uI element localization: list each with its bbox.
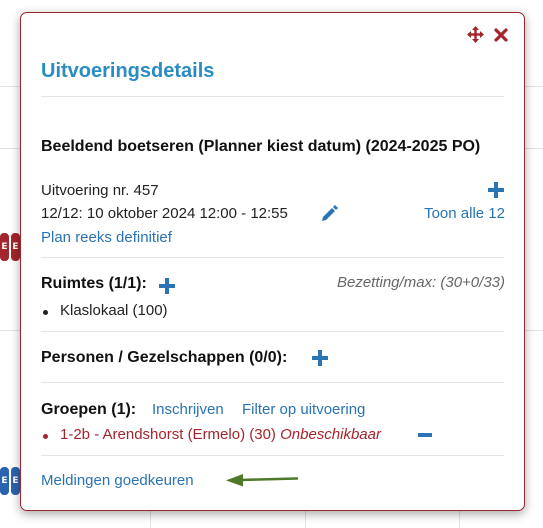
approve-notifications-link[interactable]: Meldingen goedkeuren xyxy=(41,472,194,489)
execution-details-popup: Uitvoeringsdetails Beeldend boetseren (P… xyxy=(20,12,525,511)
close-icon[interactable] xyxy=(494,27,508,42)
pencil-icon[interactable] xyxy=(320,204,338,227)
bg-gridline xyxy=(0,330,20,331)
bullet-icon xyxy=(43,434,48,439)
section-divider xyxy=(41,382,504,383)
bg-event-badge[interactable]: E xyxy=(11,467,20,495)
popup-toolbar xyxy=(467,26,508,43)
move-icon[interactable] xyxy=(467,26,484,43)
enroll-link[interactable]: Inschrijven xyxy=(152,401,224,418)
bg-gridline xyxy=(525,86,543,87)
section-divider xyxy=(41,331,504,332)
course-title: Beeldend boetseren (Planner kiest datum)… xyxy=(41,138,481,155)
minus-icon[interactable] xyxy=(418,433,432,437)
bg-gridline xyxy=(150,511,151,528)
show-all-link[interactable]: Toon alle 12 xyxy=(424,205,505,222)
add-person-plus-icon[interactable] xyxy=(312,350,328,366)
group-item: 1-2b - Arendshorst (Ermelo) (30) Onbesch… xyxy=(60,426,381,443)
room-item: Klaslokaal (100) xyxy=(60,302,168,319)
persons-heading: Personen / Gezelschappen (0/0): xyxy=(41,349,288,366)
occupancy-text: Bezetting/max: (30+0/33) xyxy=(336,274,505,291)
groups-heading: Groepen (1): xyxy=(41,401,137,418)
bg-gridline xyxy=(459,511,460,528)
title-divider xyxy=(41,96,504,97)
arrow-left-icon xyxy=(226,472,299,493)
group-item-status: Onbeschikbaar xyxy=(280,426,381,443)
group-item-label: 1-2b - Arendshorst (Ermelo) (30) xyxy=(60,426,276,443)
bg-event-badge[interactable]: E xyxy=(0,233,9,261)
bg-event-badge[interactable]: E xyxy=(0,467,9,495)
add-execution-plus-icon[interactable] xyxy=(488,182,504,198)
popup-title: Uitvoeringsdetails xyxy=(41,60,215,82)
bg-gridline xyxy=(525,148,543,149)
section-divider xyxy=(41,455,504,456)
filter-on-execution-link[interactable]: Filter op uitvoering xyxy=(242,401,365,418)
bg-gridline xyxy=(0,86,20,87)
rooms-heading: Ruimtes (1/1): xyxy=(41,275,147,292)
schedule-text: 12/12: 10 oktober 2024 12:00 - 12:55 xyxy=(41,205,288,222)
bg-gridline xyxy=(305,511,306,528)
bg-event-badge[interactable]: E xyxy=(11,233,20,261)
bg-gridline xyxy=(0,148,20,149)
plan-series-definitive-link[interactable]: Plan reeks definitief xyxy=(41,229,172,246)
execution-number: Uitvoering nr. 457 xyxy=(41,182,159,199)
add-room-plus-icon[interactable] xyxy=(159,278,175,294)
section-divider xyxy=(41,257,504,258)
bullet-icon xyxy=(43,310,48,315)
bg-gridline xyxy=(525,330,543,331)
